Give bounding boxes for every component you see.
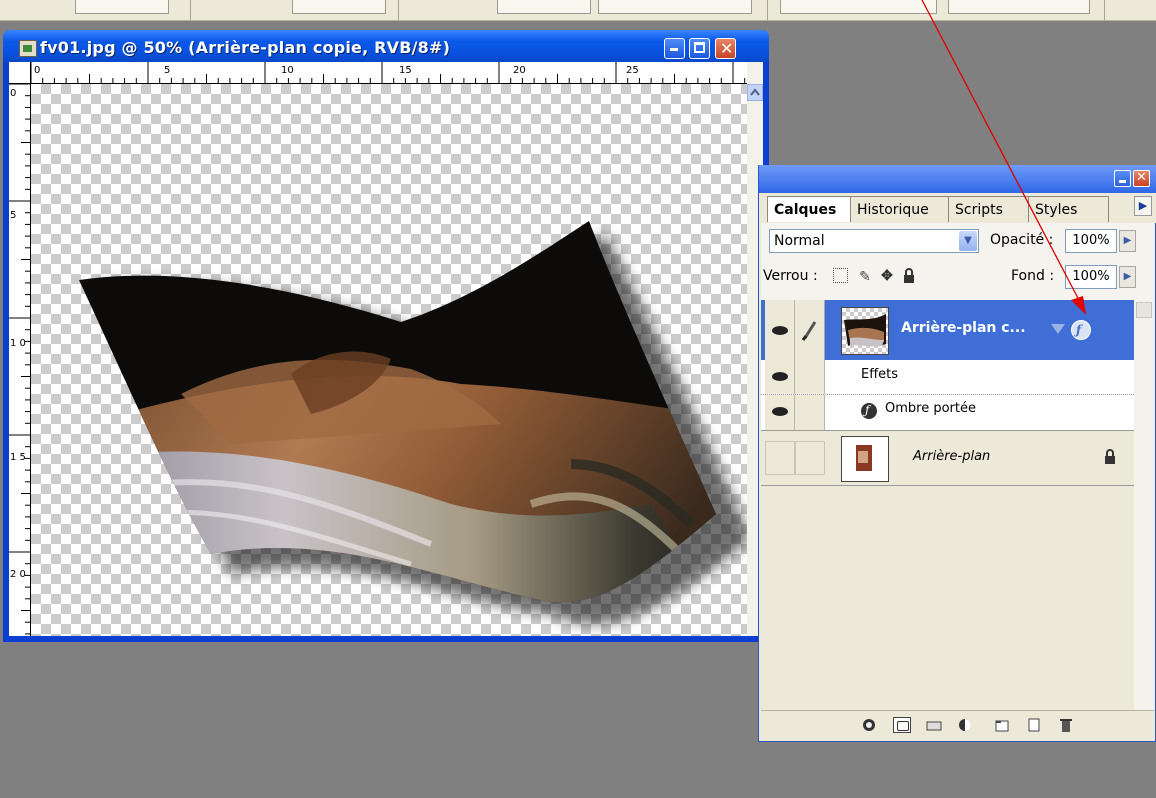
annotation-arrow-line [921,0,1081,303]
annotation-overlay [921,0,1086,315]
annotation-arrow-head [1071,296,1086,315]
